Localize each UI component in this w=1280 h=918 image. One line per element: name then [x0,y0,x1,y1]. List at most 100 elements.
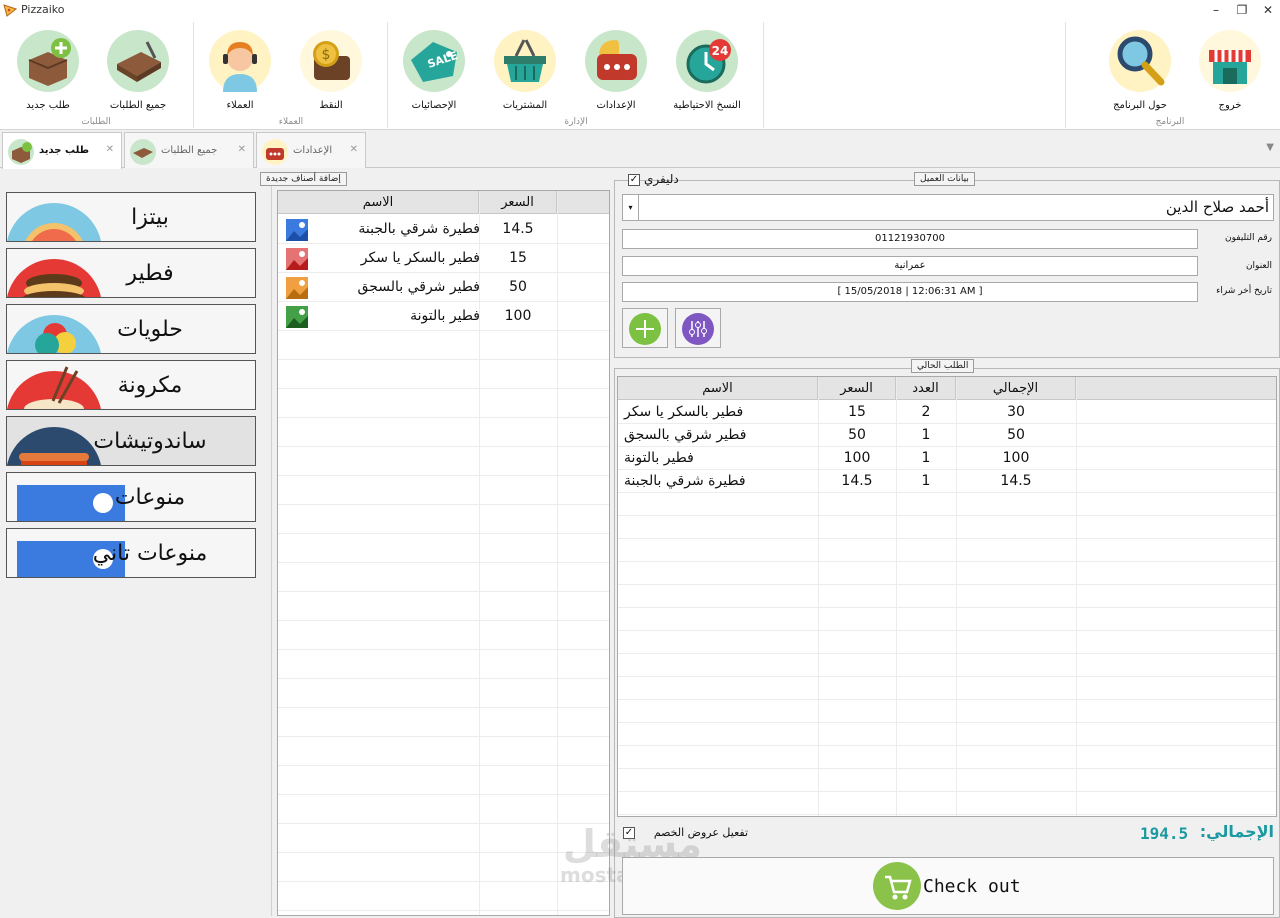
category-label: حلويات [117,317,183,342]
tab-all-orders[interactable]: جميع الطلبات ✕ [124,132,254,168]
category-pizza-button[interactable]: بيتزا [6,192,256,242]
column-header-total[interactable]: الإجمالي [956,377,1076,400]
group-label-orders: الطلبات [81,117,111,127]
table-row[interactable]: فطير شرقي بالسجق 50 [278,273,609,302]
close-icon[interactable]: ✕ [350,144,358,155]
basket-icon [494,30,556,92]
empty-row [278,389,609,418]
phone-label: رقم التليفون [1225,233,1272,243]
wallet-icon: $ [300,30,362,92]
total-value: 194.5 [1140,824,1189,843]
column-header-name[interactable]: الاسم [278,191,479,214]
empty-row [278,766,609,795]
close-icon[interactable]: ✕ [106,144,114,155]
cash-button[interactable]: $ النقط [288,30,374,120]
empty-row [618,723,1276,746]
empty-row [618,700,1276,723]
order-item-price: 14.5 [841,473,873,489]
checkout-button[interactable]: Check out [622,857,1274,915]
edit-customer-button[interactable] [675,308,721,348]
close-button[interactable]: ✕ [1254,0,1280,20]
category-label: منوعات [114,485,186,510]
group-separator [387,22,388,128]
new-order-icon [8,139,34,165]
restore-button[interactable]: ❐ [1228,0,1256,20]
empty-row [618,539,1276,562]
tab-new-order[interactable]: طلب جديد ✕ [2,132,122,169]
sliders-icon [682,313,714,345]
settings-icon [585,30,647,92]
order-item-total: 30 [1007,404,1025,420]
product-price: 100 [504,308,532,324]
image-icon [286,277,308,299]
order-item-qty: 2 [921,404,931,420]
exit-label: خروج [1218,100,1242,111]
last-purchase-field[interactable]: [ 15/05/2018 | 12:06:31 AM ] [622,282,1198,302]
category-sandwiches-button[interactable]: ساندوتيشات [6,416,256,466]
order-item-name: فطير بالتونة [624,450,694,466]
category-misc-button[interactable]: منوعات [6,472,256,522]
tab-label: جميع الطلبات [161,145,218,156]
product-price: 15 [509,250,527,266]
customers-button[interactable]: العملاء [197,30,283,120]
empty-row [618,562,1276,585]
column-header-price[interactable]: السعر [818,377,896,400]
sale-tag-icon: SALE [403,30,465,92]
add-items-caption[interactable]: إضافة أصناف جديدة [260,172,347,186]
purchases-button[interactable]: المشتريات [482,30,568,120]
all-orders-icon [107,30,169,92]
order-item-qty: 1 [921,427,931,443]
table-row[interactable]: فطير بالسكر يا سكر 15 2 30 [618,401,1276,424]
settings-icon [262,139,288,165]
checkout-label: Check out [923,876,1021,897]
ribbon: طلب جديد جميع الطلبات الطلبات العملاء $ … [0,20,1280,130]
column-header-name[interactable]: الاسم [618,377,818,400]
table-row[interactable]: فطير بالتونة 100 1 100 [618,447,1276,470]
category-pasta-button[interactable]: مكرونة [6,360,256,410]
new-order-button[interactable]: طلب جديد [5,30,91,120]
table-row[interactable]: فطير بالتونة 100 [278,302,609,331]
tab-menu-chevron-icon[interactable]: ▼ [1266,142,1274,153]
table-row[interactable]: فطيرة شرقي بالجبنة 14.5 [278,215,609,244]
group-separator [763,22,764,128]
backup-button[interactable]: 24 النسخ الاحتياطية [664,30,750,120]
tab-settings[interactable]: الإعدادات ✕ [256,132,366,168]
all-orders-label: جميع الطلبات [109,100,167,111]
column-header-price[interactable]: السعر [479,191,557,214]
phone-field[interactable]: 01121930700 [622,229,1198,249]
settings-button[interactable]: الإعدادات [573,30,659,120]
empty-row [278,650,609,679]
exit-button[interactable]: خروج [1187,30,1273,120]
category-pie-button[interactable]: فطير [6,248,256,298]
add-customer-button[interactable] [622,308,668,348]
category-label: فطير [126,261,174,286]
group-separator [1065,22,1066,128]
table-row[interactable]: فطير بالسكر يا سكر 15 [278,244,609,273]
empty-row [618,631,1276,654]
customer-name-combobox[interactable]: ▾ أحمد صلاح الدين [622,194,1274,221]
group-separator [193,22,194,128]
plus-icon [629,313,661,345]
delivery-checkbox[interactable]: ✓ [628,174,640,186]
product-name: فطيرة شرقي بالجبنة [358,221,480,237]
column-header-qty[interactable]: العدد [896,377,956,400]
last-purchase-label: تاريخ أخر شراء [1216,286,1272,296]
product-price: 50 [509,279,527,295]
about-button[interactable]: حول البرنامج [1097,30,1183,120]
all-orders-button[interactable]: جميع الطلبات [95,30,181,120]
order-item-qty: 1 [921,450,931,466]
new-order-label: طلب جديد [26,100,70,111]
about-label: حول البرنامج [1113,100,1167,111]
order-item-price: 50 [848,427,866,443]
table-row[interactable]: فطير شرقي بالسجق 50 1 50 [618,424,1276,447]
close-icon[interactable]: ✕ [238,144,246,155]
statistics-button[interactable]: SALE الإحصائيات [391,30,477,120]
group-label-customers: العملاء [278,117,304,127]
empty-row [618,792,1276,815]
category-misc-2-button[interactable]: منوعات تاني [6,528,256,578]
address-field[interactable]: عمرانية [622,256,1198,276]
minimize-button[interactable]: – [1202,0,1230,20]
table-row[interactable]: فطيرة شرقي بالجبنة 14.5 1 14.5 [618,470,1276,493]
chevron-down-icon[interactable]: ▾ [623,195,639,220]
category-sweets-button[interactable]: حلويات [6,304,256,354]
